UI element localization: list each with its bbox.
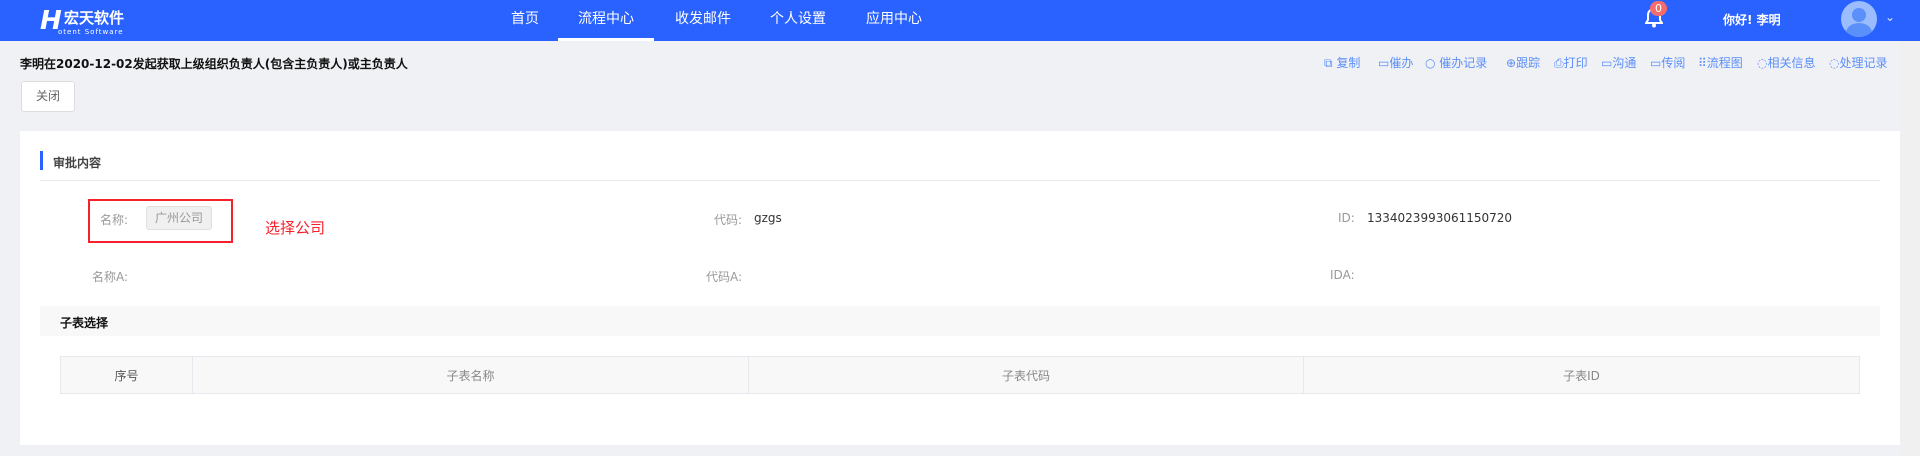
user-greeting: 你好! 李明 — [1723, 13, 1781, 27]
code-a-label: 代码A: — [706, 270, 743, 284]
name-label: 名称: — [100, 213, 129, 227]
action-flowchart[interactable]: ⠿流程图 — [1698, 54, 1743, 71]
nav-personal-settings[interactable]: 个人设置 — [758, 0, 838, 41]
id-value: 1334023993061150720 — [1367, 211, 1513, 225]
subtable-title: 子表选择 — [60, 316, 109, 330]
column-header-id: 子表ID — [1303, 356, 1860, 394]
nav-home[interactable]: 首页 — [500, 0, 550, 41]
action-circulate[interactable]: ▭传阅 — [1650, 54, 1685, 71]
column-header-code: 子表代码 — [748, 356, 1304, 394]
table-header-row: 序号 子表名称 子表代码 子表ID — [60, 356, 1860, 394]
logo-text: 宏天软件 — [64, 9, 125, 27]
action-print[interactable]: ⎙打印 — [1554, 54, 1588, 71]
nav-app-center[interactable]: 应用中心 — [854, 0, 934, 41]
section-title: 审批内容 — [53, 156, 102, 170]
subtable: 序号 子表名称 子表代码 子表ID — [60, 356, 1860, 394]
column-header-name: 子表名称 — [192, 356, 749, 394]
code-value: gzgs — [754, 211, 782, 225]
column-header-index: 序号 — [60, 356, 193, 394]
name-a-label: 名称A: — [92, 270, 129, 284]
subtable-header-band — [40, 306, 1880, 336]
code-label: 代码: — [714, 213, 743, 227]
action-urge-record[interactable]: ○ 催办记录 — [1425, 54, 1487, 71]
action-related-info[interactable]: ◌相关信息 — [1757, 54, 1816, 71]
logo-subtitle: otent Software — [58, 28, 124, 36]
avatar[interactable] — [1841, 1, 1877, 37]
scrollbar[interactable] — [1900, 41, 1920, 456]
notification-badge: 0 — [1650, 1, 1667, 16]
section-marker — [40, 151, 43, 170]
page-title: 李明在2020-12-02发起获取上级组织负责人(包含主负责人)或主负责人 — [20, 57, 408, 71]
chevron-down-icon[interactable]: ⌄ — [1885, 10, 1895, 24]
annotation-text: 选择公司 — [265, 219, 326, 237]
action-copy[interactable]: ⧉ 复制 — [1324, 54, 1360, 71]
top-header — [0, 0, 1920, 41]
form-card — [20, 131, 1900, 445]
id-a-label: IDA: — [1330, 268, 1355, 282]
divider — [40, 180, 1880, 181]
id-label: ID: — [1338, 211, 1355, 225]
action-communicate[interactable]: ▭沟通 — [1601, 54, 1636, 71]
action-urge[interactable]: ▭催办 — [1378, 54, 1413, 71]
action-track[interactable]: ⊕跟踪 — [1506, 54, 1540, 71]
close-button[interactable]: 关闭 — [21, 81, 75, 112]
nav-mail[interactable]: 收发邮件 — [663, 0, 743, 41]
nav-process-center[interactable]: 流程中心 — [558, 0, 654, 41]
name-chip[interactable]: 广州公司 — [146, 206, 212, 230]
action-process-record[interactable]: ◌处理记录 — [1829, 54, 1888, 71]
